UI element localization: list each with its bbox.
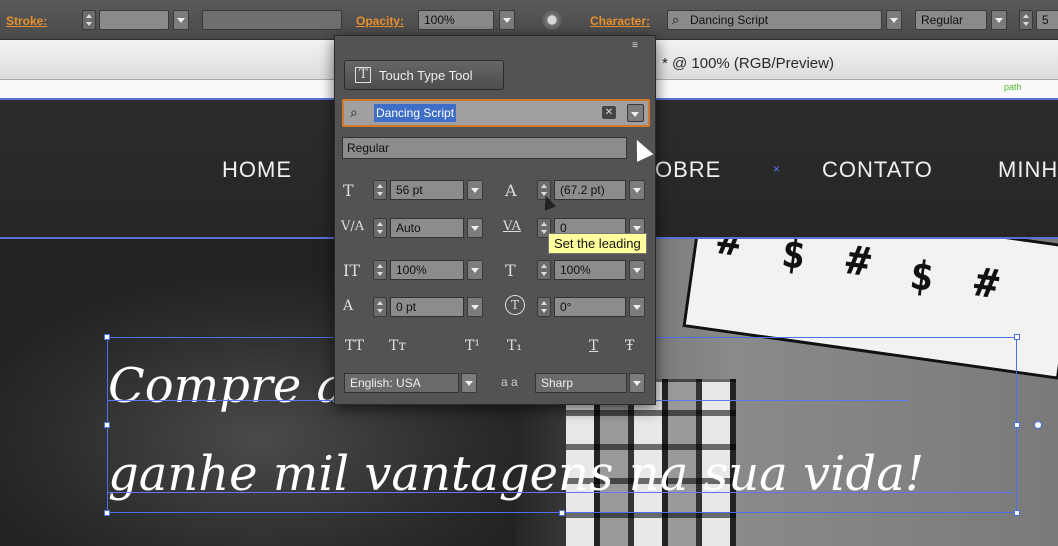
- leading-tooltip: Set the leading: [548, 233, 647, 254]
- selection-handle[interactable]: [1014, 510, 1020, 516]
- mouse-cursor-icon: [628, 136, 654, 162]
- font-style-input[interactable]: Regular: [342, 137, 627, 159]
- horizontal-scale-stepper[interactable]: [537, 260, 551, 280]
- font-size-field[interactable]: 5: [1036, 10, 1058, 30]
- baseline-2: [108, 492, 1013, 493]
- print-glyph: $: [778, 239, 809, 280]
- font-size-dropdown[interactable]: [467, 180, 483, 200]
- touch-type-tool-button[interactable]: Touch Type Tool: [344, 60, 504, 90]
- baseline-shift-stepper[interactable]: [373, 297, 387, 317]
- language-dropdown[interactable]: [461, 373, 477, 393]
- font-style-field[interactable]: Regular: [915, 10, 987, 30]
- underline-button[interactable]: T: [589, 338, 598, 354]
- thread-port-handle[interactable]: [1034, 421, 1042, 429]
- nav-item-minha: MINH: [998, 157, 1058, 182]
- smart-guide-path-label: path: [1004, 82, 1022, 92]
- font-size-stepper[interactable]: [373, 180, 387, 200]
- print-glyph: #: [843, 239, 874, 287]
- character-panel: ≡ Touch Type Tool ⌕ Dancing Script ✕ Reg…: [334, 35, 656, 405]
- superscript-button[interactable]: T¹: [465, 338, 480, 354]
- tracking-icon: VA: [503, 219, 521, 234]
- kerning-stepper[interactable]: [373, 218, 387, 238]
- font-family-field[interactable]: ⌕ Dancing Script: [667, 10, 882, 30]
- opacity-label[interactable]: Opacity:: [356, 14, 404, 28]
- selection-handle[interactable]: [1014, 422, 1020, 428]
- vertical-scale-field[interactable]: 100%: [390, 260, 464, 280]
- rotation-field[interactable]: 0°: [554, 297, 626, 317]
- strikethrough-button[interactable]: Ŧ: [625, 338, 634, 354]
- print-glyph: $: [906, 252, 937, 302]
- search-icon: ⌕: [672, 12, 680, 27]
- clear-icon[interactable]: ✕: [602, 106, 616, 119]
- kerning-dropdown[interactable]: [467, 218, 483, 238]
- vertical-scale-dropdown[interactable]: [467, 260, 483, 280]
- nav-item-contato: CONTATO: [822, 157, 933, 182]
- stroke-stepper[interactable]: [82, 10, 96, 30]
- panel-menu-icon[interactable]: ≡: [632, 40, 638, 51]
- nav-separator: ×: [773, 162, 781, 176]
- vertical-scale-icon: IT: [343, 261, 360, 280]
- document-tab-title[interactable]: * @ 100% (RGB/Preview): [662, 55, 834, 72]
- all-caps-button[interactable]: TT: [345, 338, 364, 354]
- opacity-field[interactable]: 100%: [418, 10, 494, 30]
- selection-handle[interactable]: [1014, 334, 1020, 340]
- kerning-field[interactable]: Auto: [390, 218, 464, 238]
- stroke-weight-field[interactable]: [99, 10, 169, 30]
- opacity-dropdown[interactable]: [499, 10, 515, 30]
- rotation-dropdown[interactable]: [629, 297, 645, 317]
- selection-handle[interactable]: [104, 334, 110, 340]
- rotation-stepper[interactable]: [537, 297, 551, 317]
- touch-type-label: Touch Type Tool: [379, 68, 473, 83]
- font-family-dropdown[interactable]: [627, 104, 644, 122]
- font-family-search-input[interactable]: ⌕ Dancing Script ✕: [342, 99, 650, 127]
- baseline-shift-field[interactable]: 0 pt: [390, 297, 464, 317]
- font-style-dropdown[interactable]: [991, 10, 1007, 30]
- small-caps-button[interactable]: Tт: [389, 338, 406, 354]
- touch-type-icon: [355, 67, 371, 83]
- leading-icon: A: [505, 181, 517, 200]
- illustrator-window: Stroke: Opacity: 100% Character: ⌕ Danci…: [0, 0, 1058, 546]
- font-family-dropdown[interactable]: [886, 10, 902, 30]
- nav-item-sobre: OBRE: [655, 157, 722, 182]
- font-family-value: Dancing Script: [690, 13, 769, 27]
- font-size-stepper[interactable]: [1019, 10, 1033, 30]
- nav-item-home: HOME: [222, 157, 292, 182]
- recolor-artwork-icon[interactable]: [542, 10, 562, 30]
- leading-dropdown[interactable]: [629, 180, 645, 200]
- character-label[interactable]: Character:: [590, 14, 650, 28]
- font-size-icon: T: [343, 181, 354, 200]
- stroke-weight-dropdown[interactable]: [173, 10, 189, 30]
- subscript-button[interactable]: T₁: [507, 338, 522, 354]
- print-glyph: #: [971, 259, 1002, 309]
- search-icon: ⌕: [350, 104, 358, 120]
- kerning-icon: V/A: [341, 219, 365, 234]
- stroke-label[interactable]: Stroke:: [6, 14, 47, 28]
- selection-handle[interactable]: [559, 510, 565, 516]
- baseline-shift-dropdown[interactable]: [467, 297, 483, 317]
- antialias-field[interactable]: Sharp: [535, 373, 627, 393]
- leading-field[interactable]: (67.2 pt): [554, 180, 626, 200]
- horizontal-scale-dropdown[interactable]: [629, 260, 645, 280]
- selection-handle[interactable]: [104, 510, 110, 516]
- font-size-field[interactable]: 56 pt: [390, 180, 464, 200]
- horizontal-scale-field[interactable]: 100%: [554, 260, 626, 280]
- vertical-scale-stepper[interactable]: [373, 260, 387, 280]
- font-family-selected-text: Dancing Script: [374, 104, 457, 122]
- antialias-icon: a a: [501, 375, 518, 389]
- language-field[interactable]: English: USA: [344, 373, 459, 393]
- print-glyph: #: [714, 239, 745, 267]
- character-rotation-icon: T: [505, 295, 525, 315]
- selection-handle[interactable]: [104, 422, 110, 428]
- brush-style-field[interactable]: [202, 10, 342, 30]
- baseline-shift-icon: A: [343, 298, 354, 314]
- control-bar: Stroke: Opacity: 100% Character: ⌕ Danci…: [0, 0, 1058, 40]
- antialias-dropdown[interactable]: [629, 373, 645, 393]
- horizontal-scale-icon: T: [505, 261, 516, 280]
